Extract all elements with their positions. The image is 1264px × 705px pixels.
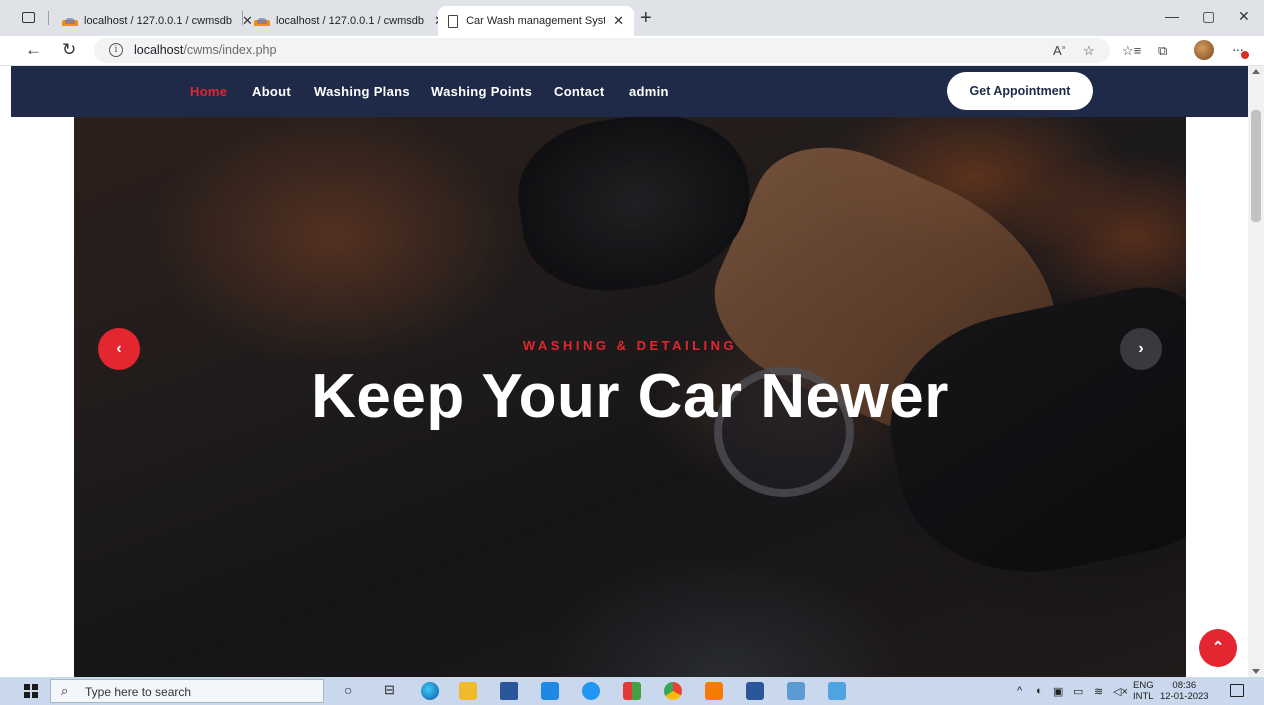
word-icon[interactable]	[746, 682, 764, 700]
task-view-icon[interactable]: ⊟	[384, 682, 395, 698]
battery-icon[interactable]: ▭	[1073, 685, 1083, 698]
get-appointment-button[interactable]: Get Appointment	[947, 72, 1093, 110]
nav-washing-points[interactable]: Washing Points	[431, 84, 532, 99]
tab-title: Car Wash management System |	[466, 15, 605, 27]
url-bar[interactable]: i localhost/cwms/index.php	[94, 38, 1110, 63]
mail-icon[interactable]	[541, 682, 559, 700]
url-path: /cwms/index.php	[183, 43, 277, 57]
back-to-top-button[interactable]: ⌃	[1199, 629, 1237, 667]
notification-center-icon[interactable]	[1230, 684, 1244, 697]
nav-home[interactable]: Home	[190, 84, 227, 99]
restore-button[interactable]: ▢	[1202, 8, 1215, 25]
chevron-left-icon: ‹	[116, 340, 122, 357]
phpmyadmin-icon	[254, 16, 270, 26]
collections-icon[interactable]: ⧉	[1158, 43, 1167, 59]
chevron-up-icon: ⌃	[1211, 639, 1225, 656]
read-aloud-icon[interactable]: A»	[1053, 43, 1066, 58]
language-bottom: INTL	[1133, 691, 1154, 702]
nav-contact[interactable]: Contact	[554, 84, 605, 99]
file-explorer-icon[interactable]	[459, 682, 477, 700]
nav-admin[interactable]: admin	[629, 84, 669, 99]
phpmyadmin-icon	[62, 16, 78, 26]
close-icon[interactable]: ✕	[613, 13, 624, 29]
chevron-up-icon[interactable]: ^	[1017, 685, 1022, 697]
store-icon[interactable]	[500, 682, 518, 700]
page-viewport: Home About Washing Plans Washing Points …	[0, 66, 1264, 677]
new-tab-button[interactable]: +	[640, 7, 652, 30]
hero-carousel: WASHING & DETAILING Keep Your Car Newer …	[74, 117, 1186, 677]
display-icon[interactable]: ▣	[1053, 685, 1063, 698]
info-icon[interactable]: i	[109, 43, 123, 57]
clock-time: 08:36	[1172, 680, 1197, 691]
browser-tab-3-active[interactable]: Car Wash management System | ✕	[438, 6, 634, 36]
page-icon	[448, 14, 459, 28]
wifi-icon[interactable]: ≋	[1094, 685, 1103, 698]
hero-subtitle: WASHING & DETAILING	[522, 338, 738, 353]
scroll-down-arrow-icon[interactable]	[1252, 669, 1260, 674]
scroll-up-arrow-icon[interactable]	[1252, 69, 1260, 74]
browser-tab-1[interactable]: localhost / 127.0.0.1 / cwmsdb / ✕	[52, 6, 263, 36]
tab-separator	[48, 11, 49, 25]
cortana-icon[interactable]: ○	[344, 682, 352, 698]
page-scrollbar[interactable]	[1248, 66, 1264, 677]
close-window-button[interactable]: ✕	[1238, 8, 1250, 25]
url-text[interactable]: localhost/cwms/index.php	[134, 43, 276, 57]
language-indicator[interactable]: ENG INTL	[1133, 680, 1154, 702]
browser-tab-bar: localhost / 127.0.0.1 / cwmsdb / ✕ local…	[0, 0, 1264, 36]
hero-title: Keep Your Car Newer	[311, 362, 949, 431]
minimize-button[interactable]: —	[1165, 8, 1179, 24]
search-placeholder: Type here to search	[85, 685, 192, 699]
refresh-icon[interactable]: ↻	[62, 40, 76, 60]
url-host: localhost	[134, 43, 184, 57]
windows-start-icon[interactable]	[24, 684, 38, 698]
profile-avatar[interactable]	[1194, 40, 1214, 60]
nav-about[interactable]: About	[252, 84, 291, 99]
tab-title: localhost / 127.0.0.1 / cwmsdb /	[276, 15, 426, 27]
tab-actions-icon[interactable]	[22, 12, 35, 23]
safari-icon[interactable]	[582, 682, 600, 700]
language-top: ENG	[1133, 680, 1154, 691]
windows-taskbar: ⌕ Type here to search ○ ⊟ ^ ◐ ▣ ▭ ≋ ◁× E…	[0, 677, 1264, 705]
xampp-icon[interactable]	[705, 682, 723, 700]
app-icon[interactable]	[787, 682, 805, 700]
scroll-thumb[interactable]	[1251, 110, 1261, 222]
carousel-prev-button[interactable]: ‹	[98, 328, 140, 370]
chrome-icon[interactable]	[664, 682, 682, 700]
add-favorite-icon[interactable]: ☆	[1083, 43, 1095, 59]
winrar-icon[interactable]	[623, 682, 641, 700]
address-toolbar: ← ↻ i localhost/cwms/index.php A» ☆ ☆≡ ⧉…	[0, 36, 1264, 66]
network-icon[interactable]: ◐	[1036, 685, 1043, 697]
carousel-next-button[interactable]: ›	[1120, 328, 1162, 370]
photos-icon[interactable]	[828, 682, 846, 700]
site-navbar: Home About Washing Plans Washing Points …	[11, 66, 1248, 117]
taskbar-search[interactable]: ⌕ Type here to search	[50, 679, 324, 703]
nav-washing-plans[interactable]: Washing Plans	[314, 84, 410, 99]
tab-title: localhost / 127.0.0.1 / cwmsdb /	[84, 15, 234, 27]
browser-tab-2[interactable]: localhost / 127.0.0.1 / cwmsdb / ✕	[244, 6, 455, 36]
notification-badge	[1241, 51, 1249, 59]
back-arrow-icon[interactable]: ←	[25, 40, 42, 60]
speaker-muted-icon[interactable]: ◁×	[1113, 685, 1128, 698]
edge-icon[interactable]	[421, 682, 439, 700]
taskbar-clock[interactable]: 08:36 12-01-2023	[1160, 680, 1209, 702]
clock-date: 12-01-2023	[1160, 691, 1209, 702]
search-icon: ⌕	[61, 683, 69, 698]
chevron-right-icon: ›	[1138, 340, 1144, 357]
tab-separator	[242, 11, 243, 25]
favorites-icon[interactable]: ☆≡	[1122, 43, 1141, 59]
